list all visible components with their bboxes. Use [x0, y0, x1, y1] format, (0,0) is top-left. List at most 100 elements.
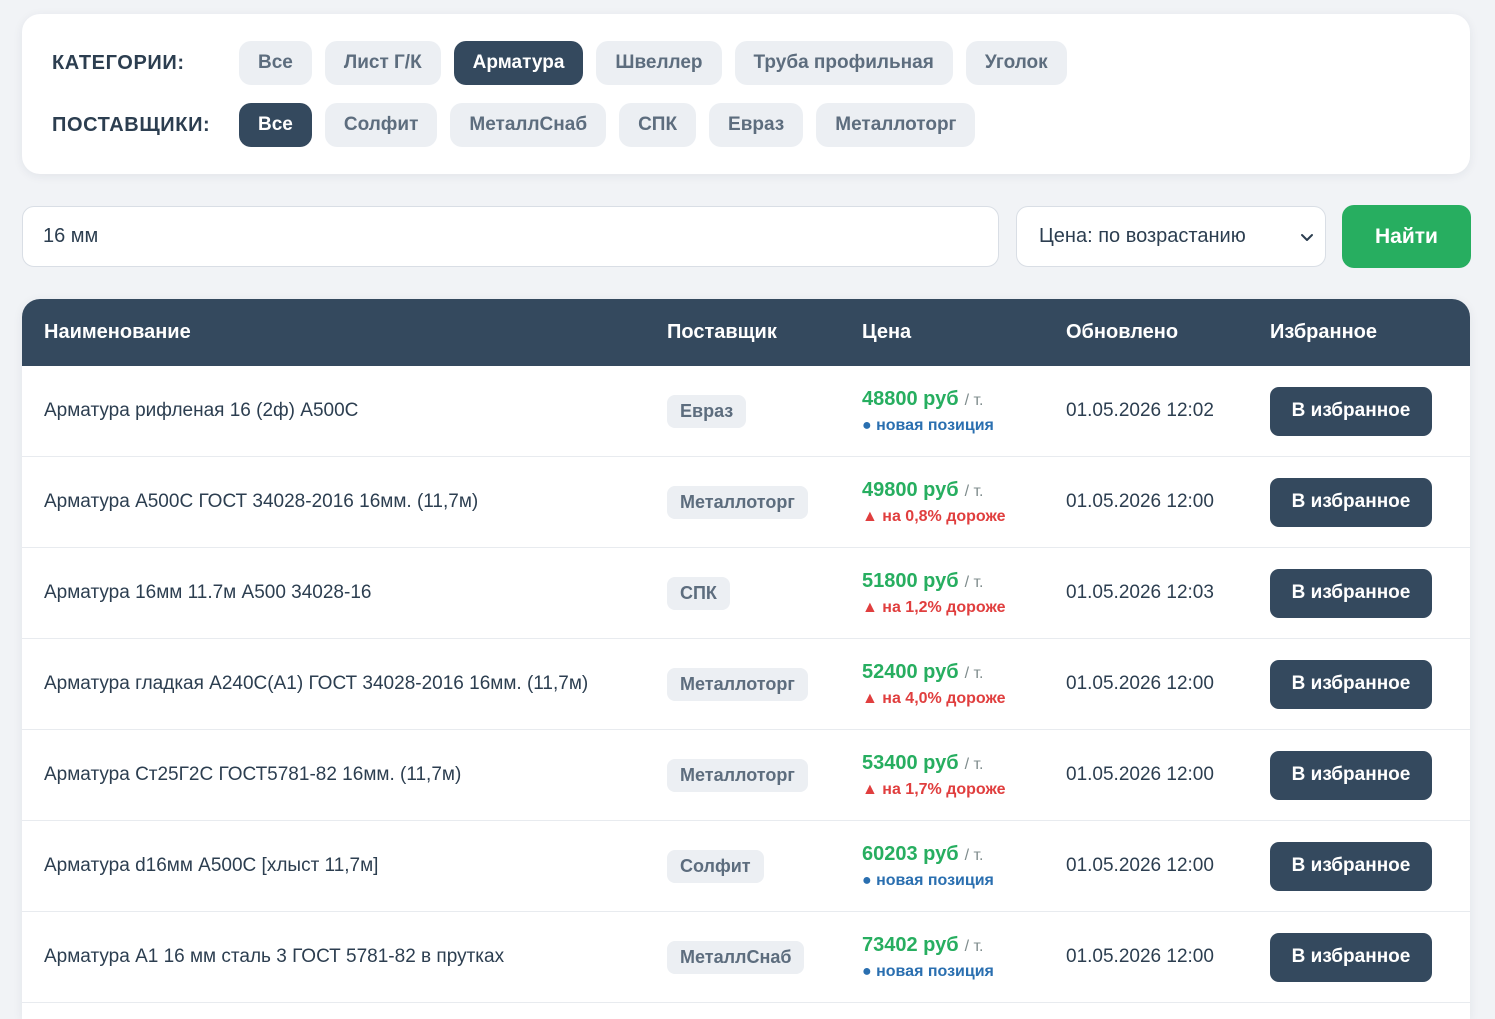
price-value: 73402 руб — [862, 933, 959, 956]
search-input[interactable] — [22, 206, 999, 267]
supplier-chip[interactable]: СПК — [619, 103, 697, 147]
supplier-badge: Евраз — [667, 394, 747, 428]
price-line: 53400 руб / т. — [862, 752, 984, 775]
table-row: Арматура Ст25Г2С ГОСТ5781-82 16мм. (11,7… — [22, 730, 1470, 821]
favorite-cell: В избранное — [1270, 366, 1432, 456]
product-name: Арматура гладкая А240С(А1) ГОСТ 34028-20… — [44, 673, 589, 694]
header-updated: Обновлено — [1066, 321, 1179, 343]
price-change: ▲ на 4,0% дороже — [862, 689, 1006, 707]
category-chip[interactable]: Лист Г/К — [324, 41, 441, 85]
table-row: Арматура 16мм 11.7м А500 34028-16 СПК 5180… — [22, 548, 1470, 639]
favorite-cell: В избранное — [1270, 912, 1432, 1002]
price-change: ▲ на 1,7% дороже — [862, 780, 1006, 798]
add-to-favorites-button[interactable]: В избранное — [1270, 568, 1432, 618]
table-row: Арматура гладкая А240С(А1) ГОСТ 34028-20… — [22, 639, 1470, 730]
table-row: Арматура рифленая 16 (2ф) А500С Евраз 4880… — [22, 366, 1470, 457]
category-chip[interactable]: Уголок — [965, 41, 1067, 85]
supplier-cell: Металлоторг — [667, 457, 808, 547]
product-name: Арматура d16мм А500С [хлыст 11,7м] — [44, 855, 379, 876]
updated-time: 01.05.2026 12:02 — [1066, 400, 1214, 421]
supplier-chip[interactable]: Все — [239, 103, 312, 147]
supplier-badge: СПК — [667, 576, 730, 610]
chevron-down-icon — [1301, 234, 1313, 241]
supplier-badge: МеталлСнаб — [667, 940, 805, 974]
add-to-favorites-button[interactable]: В избранное — [1270, 841, 1432, 891]
category-chip[interactable]: Труба профильная — [734, 41, 953, 85]
header-price: Цена — [862, 321, 912, 343]
table-row: Арматура d16мм А500С [хлыст 11,7м] Солфит… — [22, 821, 1470, 912]
supplier-chip[interactable]: Солфит — [324, 103, 438, 147]
price-change: ▲ на 0,8% дороже — [862, 507, 1006, 525]
updated-cell: 01.05.2026 12:03 — [1066, 548, 1214, 638]
price-value: 51800 руб — [862, 569, 959, 592]
supplier-chip[interactable]: Евраз — [709, 103, 804, 147]
sort-selected-label: Цена: по возрастанию — [1039, 225, 1246, 247]
add-to-favorites-button[interactable]: В избранное — [1270, 750, 1432, 800]
name-cell: Арматура А500С ГОСТ 34028-2016 16мм. (11… — [44, 457, 478, 547]
price-unit: / т. — [964, 846, 984, 864]
add-to-favorites-button[interactable]: В избранное — [1270, 659, 1432, 709]
price-line: 60203 руб / т. — [862, 843, 984, 866]
price-cell: 60203 руб / т. ● новая позиция — [862, 821, 994, 911]
updated-cell: 01.05.2026 12:00 — [1066, 912, 1214, 1002]
supplier-cell: Металлоторг — [667, 639, 808, 729]
supplier-badge: Металлоторг — [667, 758, 808, 792]
add-to-favorites-button[interactable]: В избранное — [1270, 932, 1432, 982]
name-cell: Арматура Ст25Г2С ГОСТ5781-82 16мм. (11,7… — [44, 730, 461, 820]
product-name: Арматура 16мм 11.7м А500 34028-16 — [44, 582, 372, 603]
favorite-cell: В избранное — [1270, 548, 1432, 638]
supplier-chip[interactable]: Металлоторг — [816, 103, 976, 147]
suppliers-row: ПОСТАВЩИКИ: Все Солфит МеталлСнаб СПК Евраз М… — [52, 103, 988, 147]
price-line: 73402 руб / т. — [862, 934, 984, 957]
price-unit: / т. — [964, 482, 984, 500]
name-cell: Арматура d16мм А500С [хлыст 11,7м] — [44, 821, 378, 911]
price-change: ▲ на 1,2% дороже — [862, 598, 1006, 616]
updated-time: 01.05.2026 12:00 — [1066, 946, 1214, 967]
updated-time: 01.05.2026 12:03 — [1066, 582, 1214, 603]
updated-time: 01.05.2026 12:00 — [1066, 764, 1214, 785]
updated-cell: 01.05.2026 12:00 — [1066, 821, 1214, 911]
favorite-cell: В избранное — [1270, 457, 1432, 547]
product-name: Арматура А1 16 мм сталь 3 ГОСТ 5781-82 в… — [44, 946, 505, 967]
price-unit: / т. — [964, 573, 984, 591]
price-cell: 73402 руб / т. ● новая позиция — [862, 912, 994, 1002]
category-chip[interactable]: Все — [239, 41, 312, 85]
supplier-chips: Все Солфит МеталлСнаб СПК Евраз Металлоторг — [239, 103, 988, 147]
price-value: 53400 руб — [862, 751, 959, 774]
favorite-cell: В избранное — [1270, 730, 1432, 820]
updated-cell: 01.05.2026 12:02 — [1066, 366, 1214, 456]
add-to-favorites-button[interactable]: В избранное — [1270, 386, 1432, 436]
category-chip[interactable]: Арматура — [453, 41, 584, 85]
supplier-cell: Металлоторг — [667, 730, 808, 820]
price-value: 48800 руб — [862, 387, 959, 410]
price-unit: / т. — [964, 755, 984, 773]
price-value: 49800 руб — [862, 478, 959, 501]
sort-select[interactable]: Цена: по возрастанию — [1016, 206, 1326, 267]
table-row: Арматура А500С ГОСТ 34028-2016 16мм. (11… — [22, 457, 1470, 548]
price-line: 48800 руб / т. — [862, 388, 984, 411]
supplier-cell: СПК — [667, 548, 730, 638]
header-supplier: Поставщик — [667, 321, 777, 343]
find-button[interactable]: Найти — [1342, 205, 1471, 268]
product-name: Арматура А500С ГОСТ 34028-2016 16мм. (11… — [44, 491, 479, 512]
supplier-badge: Металлоторг — [667, 485, 808, 519]
table-header: Наименование Поставщик Цена Обновлено Из… — [22, 299, 1470, 366]
product-name: Арматура Ст25Г2С ГОСТ5781-82 16мм. (11,7… — [44, 764, 462, 785]
supplier-chip[interactable]: МеталлСнаб — [450, 103, 607, 147]
supplier-badge: Металлоторг — [667, 667, 808, 701]
add-to-favorites-button[interactable]: В избранное — [1270, 477, 1432, 527]
price-unit: / т. — [964, 664, 984, 682]
supplier-cell: Евраз — [667, 366, 747, 456]
price-change: ● новая позиция — [862, 416, 994, 434]
price-change: ● новая позиция — [862, 962, 994, 980]
updated-time: 01.05.2026 12:00 — [1066, 491, 1214, 512]
category-chip[interactable]: Швеллер — [596, 41, 722, 85]
name-cell: Арматура гладкая А240С(А1) ГОСТ 34028-20… — [44, 639, 588, 729]
category-chips: Все Лист Г/К Арматура Швеллер Труба профильн… — [239, 41, 1080, 85]
name-cell: Арматура А1 16 мм сталь 3 ГОСТ 5781-82 в… — [44, 912, 504, 1002]
price-cell: 53400 руб / т. ▲ на 1,7% дороже — [862, 730, 1006, 820]
price-line: 49800 руб / т. — [862, 479, 984, 502]
supplier-cell: Солфит — [667, 821, 764, 911]
name-cell: Арматура 16мм 11.7м А500 34028-16 — [44, 548, 371, 638]
price-change: ● новая позиция — [862, 871, 994, 889]
